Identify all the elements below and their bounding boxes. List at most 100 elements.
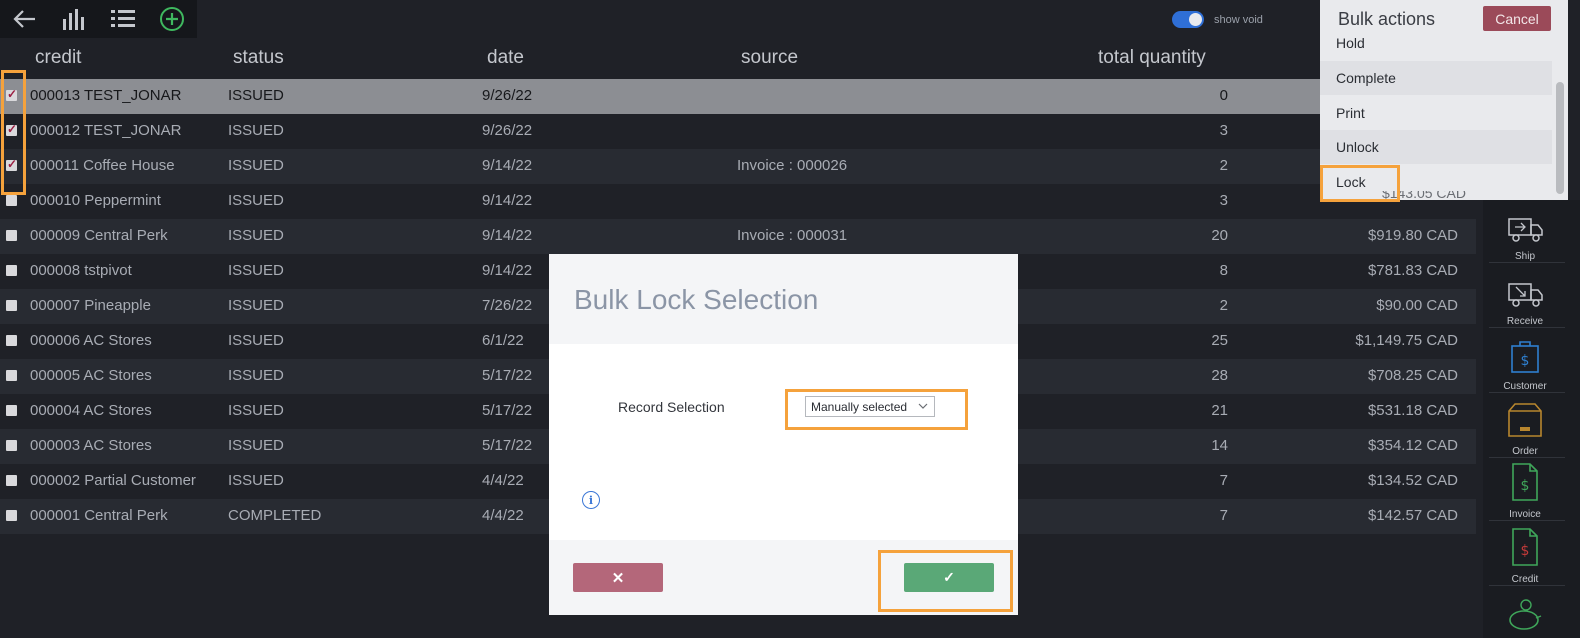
- cell-date: 5/17/22: [482, 367, 533, 384]
- bulk-action-hold[interactable]: Hold: [1320, 26, 1552, 60]
- cell-credit: 000001 Central Perk: [30, 507, 168, 524]
- cell-quantity: 2: [1219, 297, 1228, 314]
- cell-total: $531.18 CAD: [1367, 402, 1458, 419]
- show-void-toggle-group: show void: [1172, 11, 1263, 28]
- cell-credit: 000004 AC Stores: [30, 402, 152, 419]
- row-checkbox[interactable]: [6, 195, 17, 206]
- cell-total: $142.57 CAD: [1367, 507, 1458, 524]
- row-checkbox[interactable]: [6, 405, 17, 416]
- cell-date: 9/26/22: [482, 122, 533, 139]
- cell-quantity: 8: [1219, 262, 1228, 279]
- sidebar-item-invoice[interactable]: $ Invoice: [1483, 458, 1567, 520]
- bulk-action-lock-label: Lock: [1336, 174, 1366, 190]
- cell-quantity: 20: [1211, 227, 1228, 244]
- cell-total: $354.12 CAD: [1367, 437, 1458, 454]
- sidebar-item-receive-payment[interactable]: Receive Payment: [1483, 588, 1567, 638]
- table-row[interactable]: 000011 Coffee House ISSUED 9/14/22 Invoice …: [0, 149, 1476, 184]
- bulk-actions-title: Bulk actions: [1338, 9, 1436, 29]
- modal-confirm-button[interactable]: ✓: [904, 563, 994, 592]
- row-checkbox[interactable]: [6, 475, 17, 486]
- cell-source: Invoice : 000031: [737, 227, 848, 244]
- show-void-toggle[interactable]: [1172, 11, 1204, 28]
- record-selection-dropdown[interactable]: Manually selected: [805, 396, 935, 417]
- column-header-total-quantity[interactable]: total quantity: [1098, 47, 1206, 69]
- cell-quantity: 28: [1211, 367, 1228, 384]
- record-selection-label: Record Selection: [618, 399, 725, 415]
- table-row[interactable]: 000013 TEST_JONAR ISSUED 9/26/22 0: [0, 79, 1476, 114]
- cell-total: $919.80 CAD: [1367, 227, 1458, 244]
- column-header-source[interactable]: source: [741, 47, 798, 69]
- cell-status: ISSUED: [228, 122, 284, 139]
- bulk-action-complete[interactable]: Complete: [1320, 61, 1552, 95]
- info-icon[interactable]: i: [582, 491, 600, 509]
- list-icon[interactable]: [99, 0, 148, 38]
- cell-quantity: 14: [1211, 437, 1228, 454]
- cell-quantity: 7: [1219, 472, 1228, 489]
- bulk-actions-cancel-button[interactable]: Cancel: [1483, 6, 1551, 31]
- cell-quantity: 21: [1211, 402, 1228, 419]
- cell-date: 5/17/22: [482, 402, 533, 419]
- modal-title: Bulk Lock Selection: [574, 284, 819, 315]
- cell-status: ISSUED: [228, 402, 284, 419]
- row-checkbox[interactable]: [6, 265, 17, 276]
- cell-date: 5/17/22: [482, 437, 533, 454]
- record-selection-value: Manually selected: [811, 399, 908, 414]
- invoice-document-icon: $: [1510, 462, 1540, 507]
- row-checkbox[interactable]: [6, 230, 17, 241]
- bulk-action-hold-label: Hold: [1336, 35, 1365, 51]
- svg-text:$: $: [1521, 543, 1530, 559]
- cell-date: 7/26/22: [482, 297, 533, 314]
- column-header-credit[interactable]: credit: [35, 47, 81, 69]
- cell-total: $90.00 CAD: [1376, 297, 1458, 314]
- truck-receive-icon: [1506, 281, 1544, 314]
- column-header-status[interactable]: status: [233, 47, 284, 69]
- back-arrow-icon[interactable]: [0, 0, 49, 38]
- cell-status: ISSUED: [228, 472, 284, 489]
- sidebar-item-receive[interactable]: Receive: [1483, 265, 1567, 327]
- modal-cancel-button[interactable]: ✕: [573, 563, 663, 592]
- bulk-action-print[interactable]: Print: [1320, 96, 1552, 130]
- bulk-lock-modal: Bulk Lock Selection Record Selection Man…: [549, 254, 1018, 615]
- row-checkbox[interactable]: [6, 157, 17, 171]
- table-row[interactable]: 000010 Peppermint ISSUED 9/14/22 3: [0, 184, 1476, 219]
- bulk-actions-scrollbar[interactable]: [1556, 82, 1564, 194]
- cell-status: ISSUED: [228, 437, 284, 454]
- cell-quantity: 0: [1219, 87, 1228, 104]
- sidebar-item-label: Credit: [1511, 574, 1539, 585]
- sidebar-item-order[interactable]: Order: [1483, 395, 1567, 457]
- sidebar-item-label: Ship: [1514, 251, 1535, 262]
- cell-status: ISSUED: [228, 87, 284, 104]
- partial-total-under-lock: $143.05 CAD: [1381, 191, 1466, 200]
- sidebar-item-customer[interactable]: $ Customer: [1483, 330, 1567, 392]
- row-checkbox[interactable]: [6, 510, 17, 521]
- table-row[interactable]: 000012 TEST_JONAR ISSUED 9/26/22 3: [0, 114, 1476, 149]
- cell-credit: 000009 Central Perk: [30, 227, 168, 244]
- cell-date: 9/26/22: [482, 87, 533, 104]
- row-checkbox[interactable]: [6, 370, 17, 381]
- modal-header: Bulk Lock Selection: [549, 254, 1018, 344]
- truck-ship-icon: [1506, 216, 1544, 249]
- cell-total: $708.25 CAD: [1367, 367, 1458, 384]
- cell-status: ISSUED: [228, 332, 284, 349]
- cell-date: 9/14/22: [482, 157, 533, 174]
- cell-quantity: 25: [1211, 332, 1228, 349]
- add-circle-icon[interactable]: [148, 0, 197, 38]
- row-checkbox[interactable]: [6, 440, 17, 451]
- row-checkbox[interactable]: [6, 122, 17, 136]
- sidebar-item-credit[interactable]: $ Credit: [1483, 523, 1567, 585]
- bar-chart-icon[interactable]: [49, 0, 98, 38]
- cell-credit: 000002 Partial Customer: [30, 472, 196, 489]
- sidebar-divider: [1489, 585, 1565, 586]
- sidebar-item-ship[interactable]: Ship: [1483, 200, 1567, 262]
- row-checkbox[interactable]: [6, 300, 17, 311]
- sidebar-item-label: Customer: [1503, 381, 1547, 392]
- table-row[interactable]: 000009 Central Perk ISSUED 9/14/22 Invoice …: [0, 219, 1476, 254]
- cell-status: ISSUED: [228, 227, 284, 244]
- bulk-actions-header: Bulk actions Cancel: [1320, 0, 1568, 31]
- cell-credit: 000010 Peppermint: [30, 192, 161, 209]
- sidebar-item-label: Order: [1512, 446, 1538, 457]
- bulk-action-unlock[interactable]: Unlock: [1320, 130, 1552, 164]
- column-header-date[interactable]: date: [487, 47, 524, 69]
- row-checkbox[interactable]: [6, 335, 17, 346]
- row-checkbox[interactable]: [6, 87, 17, 101]
